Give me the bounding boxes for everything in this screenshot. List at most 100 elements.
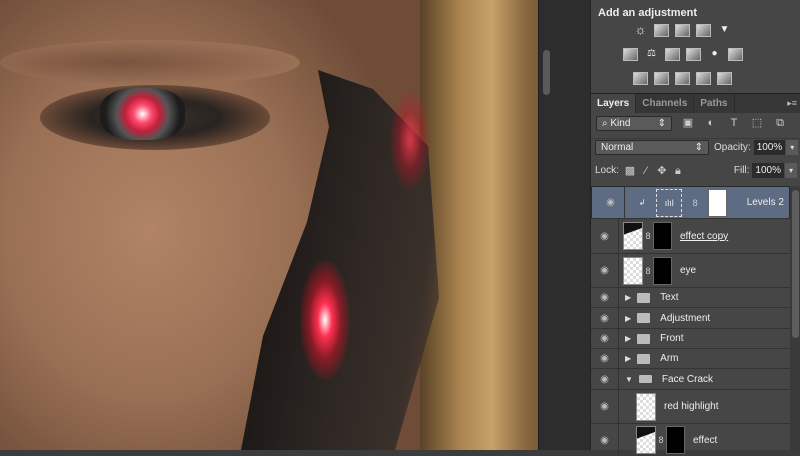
filter-pixel-icon[interactable]: ▣: [681, 117, 695, 129]
fill-label: Fill:: [733, 165, 750, 176]
lock-move-icon[interactable]: ✥: [655, 165, 669, 177]
scrollbar-thumb[interactable]: [792, 190, 799, 338]
group-front[interactable]: ◉ ▶ Front: [591, 329, 790, 349]
group-arm[interactable]: ◉ ▶ Arm: [591, 349, 790, 369]
opacity-label: Opacity:: [714, 141, 751, 153]
layer-mask-thumbnail[interactable]: [653, 222, 672, 250]
layer-levels-2[interactable]: ◉ ↲ ılıl 8 Levels 2: [591, 186, 790, 219]
folder-icon: [637, 313, 651, 323]
visibility-eye-icon[interactable]: ◉: [591, 369, 619, 389]
layer-thumbnail: [623, 256, 643, 285]
expand-triangle-icon[interactable]: ▶: [625, 314, 631, 323]
expand-triangle-icon[interactable]: ▶: [625, 334, 631, 343]
open-folder-icon: [638, 375, 652, 383]
curves-icon[interactable]: [675, 24, 690, 37]
layer-mask-thumbnail[interactable]: [707, 188, 727, 217]
fill-dropdown[interactable]: ▾: [785, 163, 797, 178]
eyebrow: [0, 40, 300, 85]
visibility-eye-icon[interactable]: ◉: [591, 219, 619, 253]
visibility-eye-icon[interactable]: ◉: [591, 308, 619, 328]
color-balance-icon[interactable]: ⚖: [644, 48, 659, 61]
opacity-dropdown[interactable]: ▾: [786, 139, 799, 155]
red-glow: [390, 90, 430, 190]
folder-icon: [637, 292, 651, 303]
expand-triangle-icon[interactable]: ▶: [625, 354, 631, 363]
filter-smart-object-icon[interactable]: ⧉: [773, 117, 787, 129]
invert-icon[interactable]: [633, 72, 648, 85]
visibility-eye-icon[interactable]: ◉: [591, 390, 619, 423]
layer-mask-thumbnail[interactable]: [653, 256, 672, 285]
exposure-icon[interactable]: [696, 24, 711, 37]
collapse-triangle-icon[interactable]: ▼: [625, 375, 633, 384]
visibility-eye-icon[interactable]: ◉: [591, 424, 619, 456]
visibility-eye-icon[interactable]: ◉: [597, 187, 625, 218]
link-icon: 8: [645, 231, 651, 241]
threshold-icon[interactable]: [675, 72, 690, 85]
layers-tabs: Layers Channels Paths ▸≡: [591, 93, 800, 113]
red-glow: [300, 260, 350, 380]
hue-saturation-icon[interactable]: [623, 48, 638, 61]
panel-menu-icon[interactable]: ▸≡: [787, 98, 797, 109]
layers-scrollbar[interactable]: [790, 186, 800, 450]
tab-paths[interactable]: Paths: [694, 94, 735, 113]
clip-arrow-icon: ↲: [638, 198, 646, 207]
filter-type-icon[interactable]: T: [727, 117, 741, 129]
group-face-crack[interactable]: ◉ ▼ Face Crack: [591, 369, 790, 390]
layer-name: Front: [660, 333, 684, 344]
lock-transparency-icon[interactable]: ▩: [623, 165, 637, 177]
layer-name: Arm: [660, 353, 679, 364]
layer-eye[interactable]: ◉ 8 eye: [591, 254, 790, 288]
filter-adjustment-icon[interactable]: ◐: [704, 117, 718, 129]
brightness-icon[interactable]: ☼: [633, 23, 648, 37]
layer-red-highlight[interactable]: ◉ red highlight: [591, 390, 790, 424]
levels-icon[interactable]: [654, 24, 669, 37]
lock-label: Lock:: [595, 165, 619, 176]
layers-list: ◉ ↲ ılıl 8 Levels 2 ◉ 8 effect copy ◉ 8 …: [591, 186, 790, 456]
filter-shape-icon[interactable]: ⬚: [750, 117, 764, 129]
group-adjustment[interactable]: ◉ ▶ Adjustment: [591, 308, 790, 329]
filter-kind-select[interactable]: ⌕ Kind ⇕: [596, 115, 672, 131]
layer-name: effect copy: [680, 230, 729, 242]
layer-effect-copy[interactable]: ◉ 8 effect copy: [591, 219, 790, 254]
black-white-icon[interactable]: [665, 48, 680, 61]
visibility-eye-icon[interactable]: ◉: [591, 254, 619, 287]
gradient-map-icon[interactable]: [717, 72, 732, 85]
layer-effect[interactable]: ◉ 8 effect: [591, 424, 790, 456]
photo-filter-icon[interactable]: [686, 48, 701, 61]
posterize-icon[interactable]: [654, 72, 669, 85]
visibility-eye-icon[interactable]: ◉: [591, 329, 619, 348]
lock-paint-icon[interactable]: ⁄: [639, 165, 653, 177]
visibility-eye-icon[interactable]: ◉: [591, 349, 619, 368]
link-icon: 8: [658, 435, 664, 445]
folder-icon: [637, 353, 651, 364]
lock-all-icon[interactable]: 🔒︎: [671, 165, 685, 177]
adjustments-title: Add an adjustment: [598, 7, 698, 19]
layer-name: red highlight: [664, 401, 719, 412]
layer-thumbnail: [636, 392, 656, 421]
tab-channels[interactable]: Channels: [636, 94, 695, 113]
document-canvas[interactable]: [0, 0, 538, 450]
blend-mode-value: Normal: [601, 141, 634, 153]
group-text[interactable]: ◉ ▶ Text: [591, 288, 790, 308]
cyborg-eye: [100, 88, 185, 140]
tab-layers[interactable]: Layers: [591, 94, 637, 113]
layer-name: Text: [660, 292, 679, 303]
visibility-eye-icon[interactable]: ◉: [591, 288, 619, 307]
expand-triangle-icon[interactable]: ▶: [625, 293, 631, 302]
hair: [420, 0, 538, 450]
scrollbar[interactable]: [543, 50, 550, 95]
blend-mode-select[interactable]: Normal ⇕: [595, 139, 709, 155]
fill-input[interactable]: 100%: [752, 163, 784, 178]
filter-kind-value: Kind: [610, 117, 631, 129]
levels-adjustment-icon: ılıl: [656, 188, 683, 217]
link-icon: 8: [645, 265, 651, 276]
link-icon: 8: [692, 197, 698, 208]
selective-color-icon[interactable]: [696, 72, 711, 85]
channel-mixer-icon[interactable]: ●: [707, 48, 722, 61]
layer-name: Adjustment: [660, 312, 711, 324]
color-lookup-icon[interactable]: [728, 48, 743, 61]
layer-name: Face Crack: [661, 373, 714, 385]
opacity-input[interactable]: 100%: [753, 139, 786, 155]
vibrance-icon[interactable]: ▼: [717, 24, 732, 37]
folder-icon: [637, 333, 651, 344]
